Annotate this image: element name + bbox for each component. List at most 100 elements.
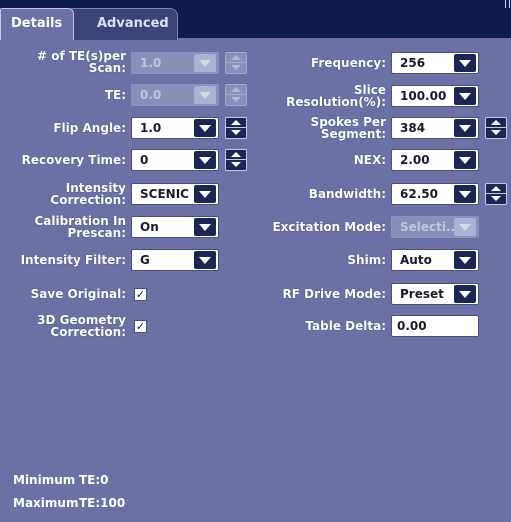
chevron-down-icon[interactable] [454,151,476,169]
spokes-per-segment-stepper[interactable] [485,117,507,139]
slice-resolution-label-line2: Resolution(%): [286,95,386,109]
chevron-down-icon[interactable] [194,54,216,72]
excitation-mode-value: Selecti... [400,220,460,234]
nex-dropdown[interactable]: 2.00 [391,149,479,171]
shim-label: Shim: [347,253,386,267]
rf-drive-mode-label: RF Drive Mode: [282,287,386,301]
slice-resolution-label: Slice Resolution(%): [260,84,386,108]
arrow-up-icon[interactable] [225,52,247,63]
te-per-scan-stepper[interactable] [225,52,247,74]
intensity-correction-label-line2: Correction: [50,193,126,207]
frequency-value: 256 [400,56,426,70]
bandwidth-dropdown[interactable]: 62.50 [391,183,479,205]
arrow-down-icon[interactable] [485,128,507,139]
excitation-mode-label: Excitation Mode: [272,220,386,234]
arrow-down-icon[interactable] [225,128,247,139]
nex-value: 2.00 [400,153,430,167]
chevron-down-icon[interactable] [454,87,476,105]
chevron-down-icon[interactable] [454,218,476,236]
tab-details[interactable]: Details [0,8,74,40]
maximum-value: TE:100 [79,496,126,510]
slice-resolution-value: 100.00 [400,89,447,103]
frequency-dropdown[interactable]: 256 [391,52,479,74]
te-stepper[interactable] [225,84,247,106]
arrow-up-icon[interactable] [225,117,247,128]
chevron-down-icon[interactable] [454,119,476,137]
flip-angle-label: Flip Angle: [53,121,126,135]
maximum-te-readout: MaximumTE:100 [13,496,125,510]
table-delta-label: Table Delta: [305,319,386,333]
calibration-in-prescan-label-line2: Prescan: [67,226,126,240]
flip-angle-value: 1.0 [140,121,162,135]
arrow-down-icon[interactable] [225,160,247,171]
shim-dropdown[interactable]: Auto [391,249,479,271]
minimum-te-readout: Minimum TE:0 [13,473,109,487]
minimum-label: Minimum [13,473,76,487]
chevron-down-icon[interactable] [454,54,476,72]
chevron-down-icon[interactable] [454,185,476,203]
recovery-time-dropdown[interactable]: 0 [131,149,219,171]
arrow-up-icon[interactable] [485,117,507,128]
minimum-value: TE:0 [79,473,109,487]
chevron-down-icon[interactable] [454,251,476,269]
te-per-scan-dropdown[interactable]: 1.0 [131,52,219,74]
flip-angle-dropdown[interactable]: 1.0 [131,117,219,139]
recovery-time-stepper[interactable] [225,149,247,171]
save-original-label: Save Original: [30,287,126,301]
tab-advanced[interactable]: Advanced [70,8,178,40]
intensity-filter-label: Intensity Filter: [20,253,126,267]
rf-drive-mode-dropdown[interactable]: Preset [391,283,479,305]
intensity-filter-dropdown[interactable]: G [131,249,219,271]
chevron-down-icon[interactable] [194,119,216,137]
chevron-down-icon[interactable] [454,285,476,303]
calibration-in-prescan-dropdown[interactable]: On [131,216,219,238]
recovery-time-label: Recovery Time: [21,153,126,167]
geometry-correction-label-line2: Correction: [50,325,126,339]
frequency-label: Frequency: [310,56,386,70]
table-delta-input[interactable]: 0.00 [391,315,479,337]
nex-label: NEX: [353,153,386,167]
te-label: TE: [104,88,126,102]
rf-drive-mode-value: Preset [400,287,444,301]
chevron-down-icon[interactable] [194,185,216,203]
intensity-filter-value: G [140,253,150,267]
te-value: 0.0 [140,88,162,102]
window-corner-marks [495,0,511,10]
arrow-up-icon[interactable] [485,183,507,194]
arrow-down-icon[interactable] [225,95,247,106]
shim-value: Auto [400,253,432,267]
geometry-correction-checkbox[interactable]: ✓ [134,320,147,333]
calibration-in-prescan-label: Calibration In Prescan: [10,215,126,239]
maximum-label: Maximum [13,496,79,510]
spokes-per-segment-value: 384 [400,121,426,135]
arrow-up-icon[interactable] [225,84,247,95]
arrow-down-icon[interactable] [485,194,507,205]
spokes-per-segment-label-line2: Segment: [320,127,386,141]
bandwidth-value: 62.50 [400,187,438,201]
spokes-per-segment-label: Spokes Per Segment: [260,116,386,140]
arrow-down-icon[interactable] [225,63,247,74]
intensity-correction-value: SCENIC [140,187,189,201]
save-original-checkbox[interactable]: ✓ [134,288,147,301]
te-dropdown[interactable]: 0.0 [131,84,219,106]
te-per-scan-label: # of TE(s)per Scan: [20,50,126,74]
geometry-correction-label: 3D Geometry Correction: [10,314,126,338]
flip-angle-stepper[interactable] [225,117,247,139]
te-per-scan-value: 1.0 [140,56,162,70]
calibration-in-prescan-value: On [140,220,159,234]
bandwidth-stepper[interactable] [485,183,507,205]
arrow-up-icon[interactable] [225,149,247,160]
chevron-down-icon[interactable] [194,218,216,236]
spokes-per-segment-dropdown[interactable]: 384 [391,117,479,139]
recovery-time-value: 0 [140,153,149,167]
intensity-correction-label: Intensity Correction: [20,182,126,206]
intensity-correction-dropdown[interactable]: SCENIC [131,183,219,205]
chevron-down-icon[interactable] [194,151,216,169]
slice-resolution-dropdown[interactable]: 100.00 [391,85,479,107]
bandwidth-label: Bandwidth: [308,187,386,201]
tab-bar: Advanced Details [0,0,511,40]
excitation-mode-dropdown[interactable]: Selecti... [391,216,479,238]
chevron-down-icon[interactable] [194,86,216,104]
table-delta-value: 0.00 [397,319,427,333]
chevron-down-icon[interactable] [194,251,216,269]
